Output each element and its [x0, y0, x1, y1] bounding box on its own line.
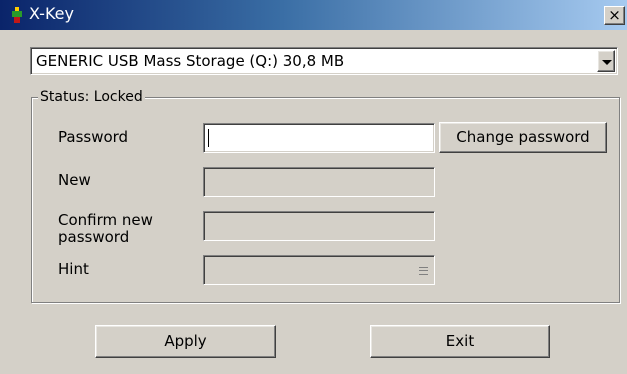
spinner-mid-line: [419, 270, 428, 271]
app-icon: [9, 6, 25, 24]
new-password-input[interactable]: [203, 167, 435, 197]
text-caret: [208, 129, 209, 147]
change-password-button[interactable]: Change password: [439, 122, 607, 153]
close-icon: ×: [608, 6, 621, 24]
hint-input[interactable]: [203, 255, 435, 285]
dropdown-arrow-button[interactable]: [597, 50, 615, 72]
exit-button[interactable]: Exit: [370, 325, 550, 358]
spinner-down-line: [419, 274, 428, 275]
device-select[interactable]: GENERIC USB Mass Storage (Q:) 30,8 MB: [30, 47, 618, 75]
hint-spinner[interactable]: [417, 261, 431, 281]
confirm-password-label-line1: Confirm new: [58, 211, 153, 229]
title-bar[interactable]: X-Key ×: [0, 0, 627, 30]
window-title: X-Key: [29, 4, 74, 23]
close-button[interactable]: ×: [604, 6, 625, 25]
confirm-password-label-line2: password: [58, 228, 130, 246]
spinner-up-line: [419, 267, 428, 268]
status-label: Status: Locked: [38, 88, 145, 106]
password-label: Password: [58, 128, 129, 146]
apply-button[interactable]: Apply: [95, 325, 276, 358]
device-select-value: GENERIC USB Mass Storage (Q:) 30,8 MB: [36, 52, 345, 70]
new-password-label: New: [58, 171, 91, 189]
hint-label: Hint: [58, 260, 89, 278]
password-input[interactable]: [203, 123, 435, 153]
confirm-password-input[interactable]: [203, 211, 435, 241]
